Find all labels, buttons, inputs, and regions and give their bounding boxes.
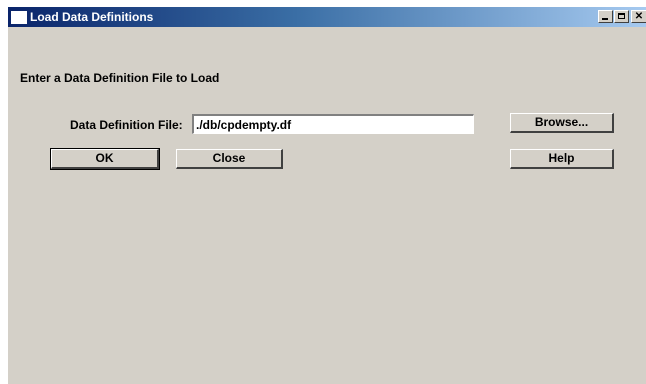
- close-icon: ✕: [634, 11, 644, 22]
- title-bar[interactable]: Load Data Definitions ✕: [8, 7, 646, 27]
- close-button[interactable]: Close: [176, 149, 283, 169]
- data-definition-file-input[interactable]: [192, 114, 474, 134]
- ok-button[interactable]: OK: [50, 148, 160, 170]
- help-button[interactable]: Help: [510, 149, 614, 169]
- load-data-definitions-window: Load Data Definitions ✕ Enter a Data Def…: [7, 6, 646, 384]
- browse-button[interactable]: Browse...: [510, 113, 614, 133]
- maximize-button[interactable]: [614, 10, 629, 23]
- maximize-icon: [618, 13, 625, 19]
- close-window-button[interactable]: ✕: [631, 10, 646, 23]
- data-definition-file-label: Data Definition File:: [70, 118, 183, 132]
- window-title: Load Data Definitions: [30, 10, 154, 24]
- minimize-icon: [602, 18, 608, 20]
- instruction-text: Enter a Data Definition File to Load: [20, 71, 220, 85]
- window-icon: [11, 11, 27, 24]
- minimize-button[interactable]: [598, 10, 613, 23]
